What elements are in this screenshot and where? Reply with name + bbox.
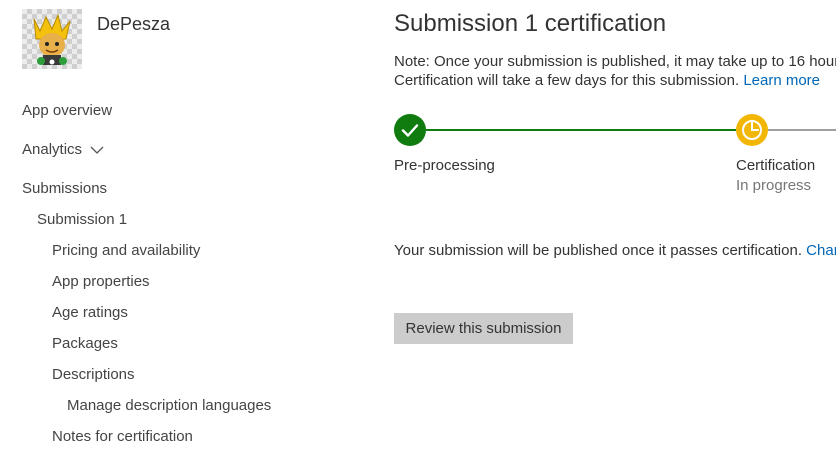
sidebar-item-label: App overview bbox=[22, 102, 113, 119]
change-link[interactable]: Chan bbox=[806, 242, 836, 259]
sidebar-item-label: Manage description languages bbox=[67, 397, 272, 414]
app-logo-icon bbox=[33, 13, 71, 65]
progress-line-pending bbox=[768, 129, 836, 131]
app-name: DePesza bbox=[97, 14, 171, 34]
certification-progress: Pre-processing Certification In progress bbox=[394, 114, 836, 204]
sidebar-item-notes-for-certification[interactable]: Notes for certification bbox=[52, 428, 193, 445]
sidebar-item-label: Submission 1 bbox=[37, 211, 128, 228]
check-icon bbox=[394, 114, 426, 146]
step-status-certification: In progress bbox=[736, 177, 812, 194]
submission-status-message: Your submission will be published once i… bbox=[394, 242, 836, 259]
sidebar-item-app-properties[interactable]: App properties bbox=[52, 273, 150, 290]
sidebar-item-label: Notes for certification bbox=[52, 428, 193, 445]
step-label-pre-processing: Pre-processing bbox=[394, 157, 495, 174]
note-line-1: Note: Once your submission is published,… bbox=[394, 53, 836, 70]
sidebar-item-label: Descriptions bbox=[52, 366, 135, 383]
sidebar-item-label: Analytics bbox=[22, 141, 83, 158]
sidebar-item-pricing[interactable]: Pricing and availability bbox=[52, 242, 200, 259]
sidebar-item-label: Submissions bbox=[22, 180, 108, 197]
sidebar-item-manage-description-languages[interactable]: Manage description languages bbox=[67, 397, 271, 414]
page-title: Submission 1 certification bbox=[394, 10, 667, 37]
sidebar-item-descriptions[interactable]: Descriptions bbox=[52, 366, 135, 383]
step-label-certification: Certification bbox=[736, 157, 816, 174]
main-content: Submission 1 certification Note: Once yo… bbox=[394, 0, 836, 470]
chevron-down-icon bbox=[90, 142, 104, 159]
app-logo bbox=[22, 9, 82, 69]
sidebar-item-packages[interactable]: Packages bbox=[52, 335, 118, 352]
sidebar-item-age-ratings[interactable]: Age ratings bbox=[52, 304, 128, 321]
progress-line-complete bbox=[426, 129, 736, 131]
note-line-2: Certification will take a few days for t… bbox=[394, 72, 820, 89]
sidebar-item-app-overview[interactable]: App overview bbox=[22, 102, 112, 119]
sidebar-item-submission-1[interactable]: Submission 1 bbox=[37, 211, 127, 228]
sidebar-item-analytics[interactable]: Analytics bbox=[22, 141, 104, 159]
clock-icon bbox=[736, 114, 768, 146]
sidebar-item-submissions[interactable]: Submissions bbox=[22, 180, 107, 197]
note-text: Certification will take a few days for t… bbox=[394, 72, 740, 89]
review-submission-button[interactable]: Review this submission bbox=[394, 313, 573, 344]
sidebar-item-label: App properties bbox=[52, 273, 150, 290]
sidebar-item-label: Pricing and availability bbox=[52, 242, 201, 259]
sidebar: DePesza App overview Analytics Submissio… bbox=[0, 0, 380, 470]
learn-more-link[interactable]: Learn more bbox=[743, 72, 820, 89]
sidebar-item-label: Age ratings bbox=[52, 304, 128, 321]
sidebar-item-label: Packages bbox=[52, 335, 118, 352]
status-text: Your submission will be published once i… bbox=[394, 242, 802, 259]
